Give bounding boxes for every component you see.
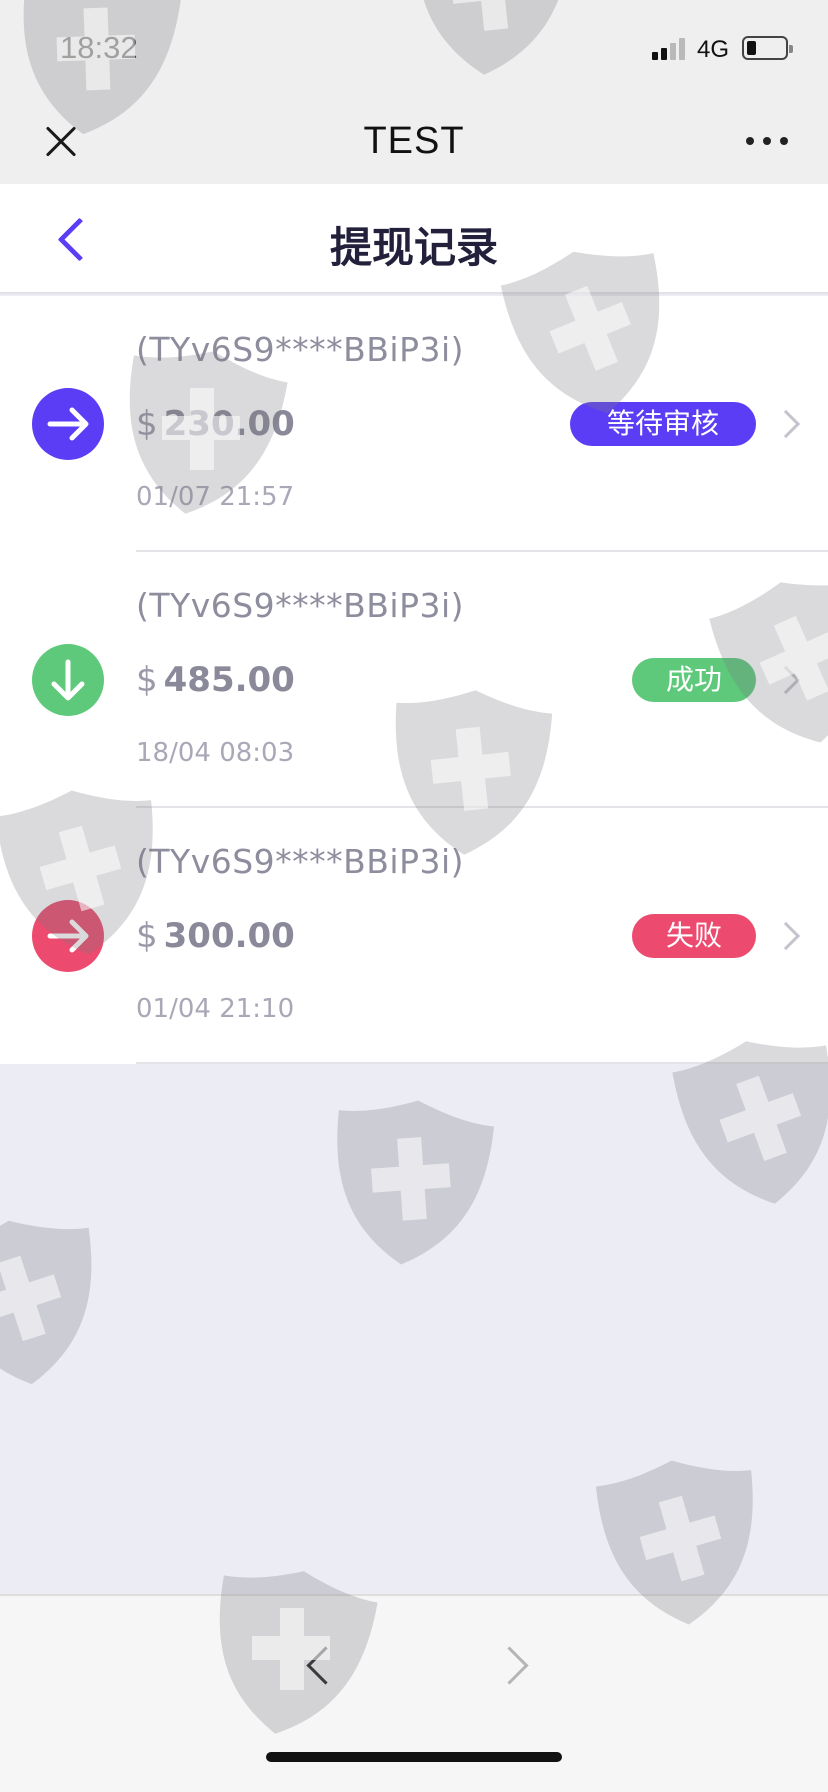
chevron-right-icon[interactable] [771,921,801,951]
cellular-signal-icon [652,38,688,60]
network-type: 4G [697,36,730,63]
arrow-right-icon [32,388,104,460]
page-title: 提现记录 [329,223,498,272]
amount: $300.00 [136,916,295,956]
home-indicator[interactable] [266,1752,562,1762]
status-badge: 成功 [632,658,756,702]
timestamp: 01/04 21:10 [136,994,295,1024]
amount: $230.00 [136,404,295,444]
withdrawal-record-row[interactable]: (TYv6S9****BBiP3i) $300.00 01/04 21:10 失败 [0,808,828,1064]
withdrawal-record-list: (TYv6S9****BBiP3i) $230.00 01/07 21:57 等待审核… [0,296,828,1064]
wallet-address: (TYv6S9****BBiP3i) [136,330,465,369]
app-bar: TEST [0,100,828,184]
more-dots-icon[interactable] [742,134,792,146]
browser-back-icon[interactable] [300,1642,340,1692]
page-header: 提现记录 [0,184,828,294]
withdrawal-record-row[interactable]: (TYv6S9****BBiP3i) $230.00 01/07 21:57 等待审核 [0,296,828,552]
status-badge: 失败 [632,914,756,958]
status-badge: 等待审核 [570,402,756,446]
currency-symbol: $ [136,404,158,444]
divider [136,1062,828,1064]
currency-symbol: $ [136,916,158,956]
currency-symbol: $ [136,660,158,700]
amount-value: 230.00 [163,404,295,444]
chevron-right-icon[interactable] [771,409,801,439]
status-bar: 18:32 4G [0,0,828,100]
arrow-right-icon [32,900,104,972]
arrow-down-icon [32,644,104,716]
amount-value: 485.00 [163,660,295,700]
wallet-address: (TYv6S9****BBiP3i) [136,586,465,625]
app-title: TEST [363,120,465,162]
amount-value: 300.00 [163,916,295,956]
battery-icon [742,36,793,60]
timestamp: 01/07 21:57 [136,482,295,512]
browser-forward-icon[interactable] [494,1642,534,1692]
withdrawal-record-row[interactable]: (TYv6S9****BBiP3i) $485.00 18/04 08:03 成功 [0,552,828,808]
browser-toolbar [0,1594,828,1792]
timestamp: 18/04 08:03 [136,738,295,768]
chevron-right-icon[interactable] [771,665,801,695]
wallet-address: (TYv6S9****BBiP3i) [136,842,465,881]
amount: $485.00 [136,660,295,700]
status-time: 18:32 [60,30,138,65]
